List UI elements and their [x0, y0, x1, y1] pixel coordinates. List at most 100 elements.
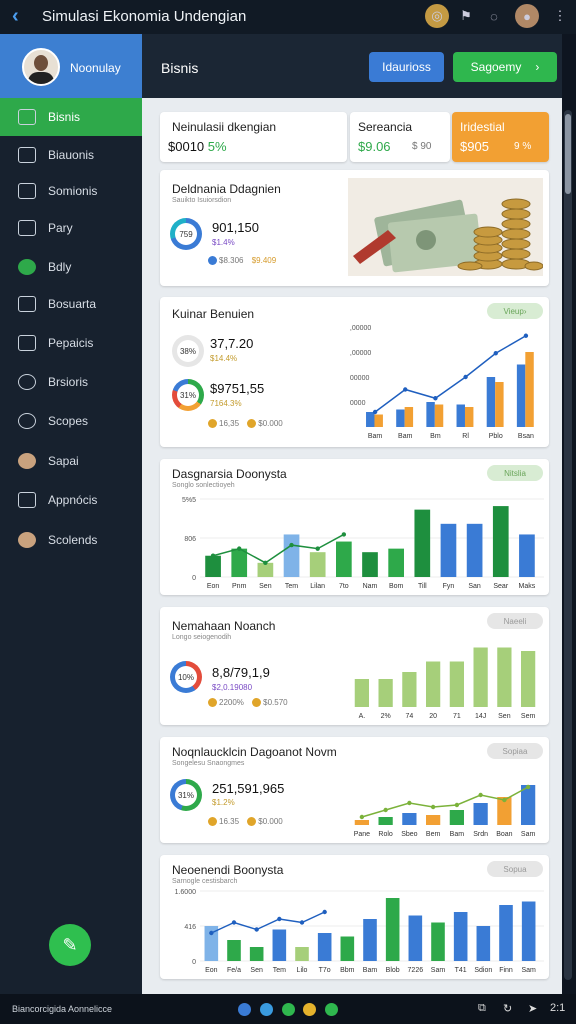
chart-point	[478, 792, 483, 798]
sidebar-item-brsioris[interactable]: Brsioris	[0, 363, 142, 401]
progress-ring: 38%	[172, 335, 204, 367]
chart-bar	[408, 915, 423, 961]
sidebar-item-pepaicis[interactable]: Pepaicis	[0, 324, 142, 362]
stat-card[interactable]: Neinulasii dkengian $0010 5%	[160, 112, 347, 162]
chart-bar	[317, 933, 332, 961]
bar-chart: 1.6000 416 0 Eon Fe/a Sen Tem Lilo T7o Bbm Bam Blob…	[175, 889, 544, 974]
sidebar-item-somionis[interactable]: Somionis	[0, 172, 142, 210]
chart-bar	[402, 672, 417, 707]
sidebar-item-bdly[interactable]: Bdly	[0, 248, 142, 286]
tick-label: Bam	[450, 831, 465, 838]
tick-label: Sen	[250, 967, 263, 974]
chart-card[interactable]: Kuinar Benuien Vieup › 38% 37,7.20 $14.4…	[160, 297, 549, 447]
doc-icon	[18, 296, 36, 312]
chart-card[interactable]: Nemahaan Noanch Longo seiogenodih Naeeli…	[160, 607, 549, 725]
chart-bar	[466, 523, 483, 577]
title-bar: ‹ Simulasi Ekonomia Undengian ◎ ⚑ ◌ ● ⋮	[0, 0, 576, 34]
refresh-icon[interactable]: ↻	[503, 1002, 512, 1015]
chart-bar	[402, 813, 417, 825]
tick-label: 0	[192, 959, 196, 966]
filter-tag[interactable]: Naeeli	[487, 613, 543, 629]
coin-value: $0.570	[263, 698, 288, 707]
tick-label: Bbm	[340, 967, 355, 974]
profile-panel[interactable]: Noonulay	[0, 34, 142, 98]
sidebar-item-label: Bisnis	[48, 110, 81, 124]
tick-label: Eon	[205, 967, 218, 974]
filter-tag[interactable]: Sopiaa	[487, 743, 543, 759]
avatar[interactable]: ●	[515, 4, 539, 28]
card-value: $9751,55	[210, 381, 265, 396]
chart-bar	[396, 409, 405, 427]
settings-icon[interactable]: ◌	[482, 4, 506, 28]
sidebar-item-bisnis[interactable]: Bisnis	[0, 98, 142, 136]
scrollbar-thumb[interactable]	[565, 114, 571, 194]
tick-label: Sam	[521, 831, 536, 838]
back-arrow-icon[interactable]: ‹	[12, 6, 32, 26]
card-pct: $14.4%	[210, 354, 238, 363]
sidebar-item-label: Somionis	[48, 184, 98, 198]
tick-label: Eon	[207, 583, 220, 590]
card-subtitle: Songelesu Snaongmes	[172, 760, 245, 767]
chart-bar	[495, 382, 504, 427]
card-title: Noqnlaucklcin Dagoanot Novm	[172, 745, 337, 759]
chart-point	[209, 930, 214, 936]
tick-label: A.	[359, 713, 366, 720]
chart-card[interactable]: Neoenendi Boonysta Sarnogle cestisbarch …	[160, 855, 549, 979]
clock-text: 2:1	[550, 1002, 566, 1014]
sidebar-item-label: Biauonis	[48, 148, 95, 162]
app-icon[interactable]	[325, 1003, 338, 1016]
card-title: Neoenendi Boonysta	[172, 863, 284, 877]
chart-card[interactable]: Dasgnarsia Doonysta Songlo sonlectioyeh …	[160, 459, 549, 595]
tick-label: Tem	[273, 967, 286, 974]
sidebar-item-scolends[interactable]: Scolends	[0, 521, 142, 559]
avatar-icon	[18, 532, 36, 548]
filter-tag[interactable]: Nitslia	[487, 465, 543, 481]
coin-icon	[247, 817, 257, 827]
app-icon[interactable]	[238, 1003, 251, 1016]
ring-label: 10%	[175, 666, 197, 688]
primary-button[interactable]: Sagoemy ›	[453, 52, 557, 82]
app-icon[interactable]	[303, 1003, 316, 1016]
share-icon[interactable]: ⧉	[478, 1002, 486, 1015]
chart-point	[210, 553, 216, 558]
series-line	[211, 911, 325, 934]
app-icon[interactable]	[282, 1003, 295, 1016]
sidebar-item-sapai[interactable]: Sapai	[0, 442, 142, 480]
sidebar-item-bosuarta[interactable]: Bosuarta	[0, 285, 142, 323]
progress-ring: 10%	[170, 661, 202, 693]
scrollbar[interactable]	[564, 110, 572, 980]
filter-tag[interactable]: Sopua	[487, 861, 543, 877]
page-header: Bisnis Idaurioss Sagoemy ›	[142, 34, 562, 98]
tick-label: Till	[418, 583, 427, 590]
tick-label: 2%	[381, 713, 391, 720]
send-icon[interactable]: ➤	[528, 1002, 537, 1015]
chart-bar	[205, 555, 221, 577]
chart-bar	[473, 803, 488, 825]
app-title: Simulasi Ekonomia Undengian	[42, 8, 247, 25]
chart-point	[523, 333, 529, 338]
chart-card[interactable]: Noqnlaucklcin Dagoanot Novm Songelesu Sn…	[160, 737, 549, 843]
chart-bar	[309, 552, 326, 577]
stat-sub: $ 90	[412, 141, 432, 152]
money-image	[348, 178, 543, 276]
sidebar-item-biauonis[interactable]: Biauonis	[0, 136, 142, 174]
edit-fab-button[interactable]: ✎	[49, 924, 91, 966]
summary-card[interactable]: Deldnania Ddagnien Sauikto Isuiorsdion 7…	[160, 170, 549, 286]
app-icon[interactable]	[260, 1003, 273, 1016]
stat-card[interactable]: Iridestial $905 9 %	[452, 112, 549, 162]
sidebar-item-appnocis[interactable]: Appnócis	[0, 481, 142, 519]
more-icon[interactable]: ⋮	[548, 4, 572, 28]
coin-icon[interactable]: ◎	[425, 4, 449, 28]
stat-card[interactable]: Sereancia $9.06 $ 90	[350, 112, 450, 162]
coin-value: $0.000	[258, 817, 283, 826]
sidebar-item-label: Scolends	[48, 533, 98, 547]
tick-label: Nam	[363, 583, 378, 590]
sidebar-item-pary[interactable]: Pary	[0, 209, 142, 247]
ring-label: 31%	[175, 784, 197, 806]
view-button[interactable]: Vieup ›	[487, 303, 543, 319]
chart-point	[502, 797, 507, 803]
notification-icon[interactable]: ⚑	[454, 4, 478, 28]
chart-bar	[363, 919, 377, 961]
secondary-button[interactable]: Idaurioss	[369, 52, 444, 82]
sidebar-item-scopes[interactable]: Scopes	[0, 402, 142, 440]
